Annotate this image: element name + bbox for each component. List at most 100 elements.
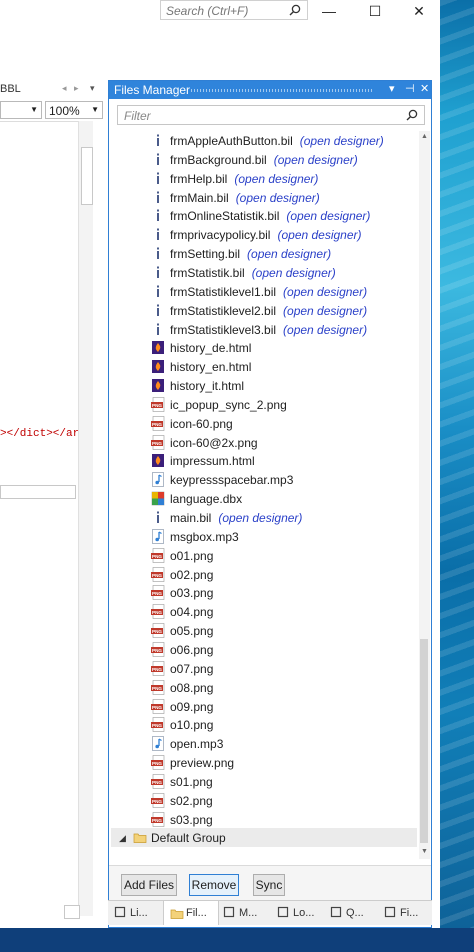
- open-designer-link[interactable]: (open designer): [283, 285, 367, 299]
- open-designer-link[interactable]: (open designer): [286, 209, 370, 223]
- search-input[interactable]: Search (Ctrl+F): [160, 0, 308, 20]
- tree-file-item[interactable]: PNG o02.png: [111, 565, 417, 584]
- scrollbar-thumb[interactable]: [420, 639, 428, 843]
- open-designer-link[interactable]: (open designer): [300, 134, 384, 148]
- tree-file-item[interactable]: impressum.html: [111, 451, 417, 470]
- panel-menu-icon[interactable]: ▾: [389, 82, 395, 95]
- remove-button[interactable]: Remove: [189, 874, 239, 896]
- bottom-tab[interactable]: Q...: [324, 901, 378, 925]
- tree-file-item[interactable]: history_en.html: [111, 357, 417, 376]
- tree-file-item[interactable]: PNG s02.png: [111, 791, 417, 810]
- bil-file-icon: [151, 190, 165, 205]
- open-designer-link[interactable]: (open designer): [274, 153, 358, 167]
- pin-icon[interactable]: ⊣: [405, 82, 415, 95]
- tree-file-item[interactable]: frmStatistiklevel1.bil (open designer): [111, 282, 417, 301]
- scrollbar-thumb[interactable]: [81, 147, 93, 205]
- tree-file-item[interactable]: open.mp3: [111, 734, 417, 753]
- tree-file-item[interactable]: frmSetting.bil (open designer): [111, 244, 417, 263]
- bottom-tab[interactable]: M...: [217, 901, 271, 925]
- editor-horizontal-scrollbar[interactable]: [0, 485, 76, 499]
- bottom-tab[interactable]: Fil...: [163, 901, 219, 925]
- close-button[interactable]: ✕: [396, 0, 442, 22]
- expand-triangle-icon[interactable]: ◢: [119, 833, 126, 844]
- tree-file-item[interactable]: msgbox.mp3: [111, 527, 417, 546]
- tree-file-item[interactable]: frmprivacypolicy.bil (open designer): [111, 225, 417, 244]
- tree-file-item[interactable]: language.dbx: [111, 489, 417, 508]
- tree-file-item[interactable]: frmBackground.bil (open designer): [111, 150, 417, 169]
- audio-file-icon: [151, 472, 165, 487]
- open-designer-link[interactable]: (open designer): [234, 172, 318, 186]
- editor-vertical-scrollbar[interactable]: [78, 121, 93, 916]
- search-icon: [406, 109, 418, 121]
- tree-file-item[interactable]: frmStatistiklevel2.bil (open designer): [111, 301, 417, 320]
- tree-file-item[interactable]: main.bil (open designer): [111, 508, 417, 527]
- bil-file-icon: [151, 265, 165, 280]
- tree-file-item[interactable]: PNG o08.png: [111, 678, 417, 697]
- tree-file-item[interactable]: frmAppleAuthButton.bil (open designer): [111, 131, 417, 150]
- panel-close-icon[interactable]: ✕: [420, 82, 429, 95]
- svg-text:PNG: PNG: [152, 799, 162, 804]
- tree-file-item[interactable]: frmStatistik.bil (open designer): [111, 263, 417, 282]
- editor-tab[interactable]: BBL ◂ ▸ ▾: [0, 80, 104, 98]
- tree-file-item[interactable]: PNG s03.png: [111, 810, 417, 829]
- open-designer-link[interactable]: (open designer): [218, 511, 302, 525]
- tree-file-item[interactable]: frmStatistiklevel3.bil (open designer): [111, 320, 417, 339]
- filter-input[interactable]: Filter: [117, 105, 425, 125]
- tree-file-item[interactable]: PNG o10.png: [111, 715, 417, 734]
- scroll-down-button[interactable]: [64, 905, 80, 919]
- maximize-button[interactable]: ☐: [352, 0, 398, 22]
- file-name: icon-60.png: [170, 417, 233, 431]
- tree-group-default[interactable]: ◢ Default Group: [111, 828, 417, 847]
- tree-file-item[interactable]: PNG icon-60@2x.png: [111, 433, 417, 452]
- tree-file-item[interactable]: frmHelp.bil (open designer): [111, 169, 417, 188]
- file-label: frmprivacypolicy.bil (open designer): [170, 228, 362, 242]
- tree-file-item[interactable]: frmMain.bil (open designer): [111, 188, 417, 207]
- bil-file-icon: [151, 152, 165, 167]
- tree-file-item[interactable]: PNG ic_popup_sync_2.png: [111, 395, 417, 414]
- open-designer-link[interactable]: (open designer): [252, 266, 336, 280]
- add-files-button[interactable]: Add Files: [121, 874, 177, 896]
- tree-vertical-scrollbar[interactable]: ▲ ▼: [419, 131, 430, 859]
- tab-scroll-left-icon[interactable]: ◂: [62, 83, 67, 94]
- file-label: frmBackground.bil (open designer): [170, 153, 358, 167]
- open-designer-link[interactable]: (open designer): [247, 247, 331, 261]
- bottom-tab[interactable]: Li...: [108, 901, 162, 925]
- scroll-down-icon[interactable]: ▼: [421, 848, 428, 855]
- tree-file-item[interactable]: PNG preview.png: [111, 753, 417, 772]
- open-designer-link[interactable]: (open designer): [283, 323, 367, 337]
- file-label: s03.png: [170, 813, 213, 827]
- editor-selector-dropdown[interactable]: ▼: [0, 101, 42, 119]
- tree-file-item[interactable]: PNG o05.png: [111, 621, 417, 640]
- sync-button[interactable]: Sync: [253, 874, 285, 896]
- tree-file-item[interactable]: keypressspacebar.mp3: [111, 470, 417, 489]
- zoom-dropdown[interactable]: 100% ▼: [45, 101, 103, 119]
- tree-file-item[interactable]: history_it.html: [111, 376, 417, 395]
- tree-file-item[interactable]: PNG o03.png: [111, 583, 417, 602]
- bottom-tab[interactable]: Fi...: [378, 901, 432, 925]
- scroll-up-icon[interactable]: ▲: [421, 133, 428, 140]
- dbx-file-icon: [151, 491, 165, 506]
- tree-file-item[interactable]: PNG o01.png: [111, 546, 417, 565]
- panel-grip[interactable]: [191, 89, 373, 92]
- tree-file-item[interactable]: frmOnlineStatistik.bil (open designer): [111, 206, 417, 225]
- open-designer-link[interactable]: (open designer): [283, 304, 367, 318]
- open-designer-link[interactable]: (open designer): [277, 228, 361, 242]
- tree-file-item[interactable]: PNG o06.png: [111, 640, 417, 659]
- tree-file-item[interactable]: PNG s01.png: [111, 772, 417, 791]
- tree-file-item[interactable]: PNG o09.png: [111, 697, 417, 716]
- tree-file-item[interactable]: PNG o07.png: [111, 659, 417, 678]
- png-file-icon: PNG: [151, 661, 165, 676]
- svg-text:PNG: PNG: [152, 403, 162, 408]
- tab-dropdown-icon[interactable]: ▾: [90, 83, 95, 94]
- tree-file-item[interactable]: PNG icon-60.png: [111, 414, 417, 433]
- file-label: o04.png: [170, 605, 213, 619]
- tree-file-item[interactable]: PNG o04.png: [111, 602, 417, 621]
- minimize-button[interactable]: —: [306, 0, 352, 22]
- tree-file-item[interactable]: history_de.html: [111, 338, 417, 357]
- open-designer-link[interactable]: (open designer): [236, 191, 320, 205]
- file-name: history_de.html: [170, 341, 252, 355]
- file-name: o04.png: [170, 605, 214, 619]
- bottom-tab[interactable]: Lo...: [271, 901, 324, 925]
- tab-scroll-right-icon[interactable]: ▸: [74, 83, 79, 94]
- file-label: history_en.html: [170, 360, 251, 374]
